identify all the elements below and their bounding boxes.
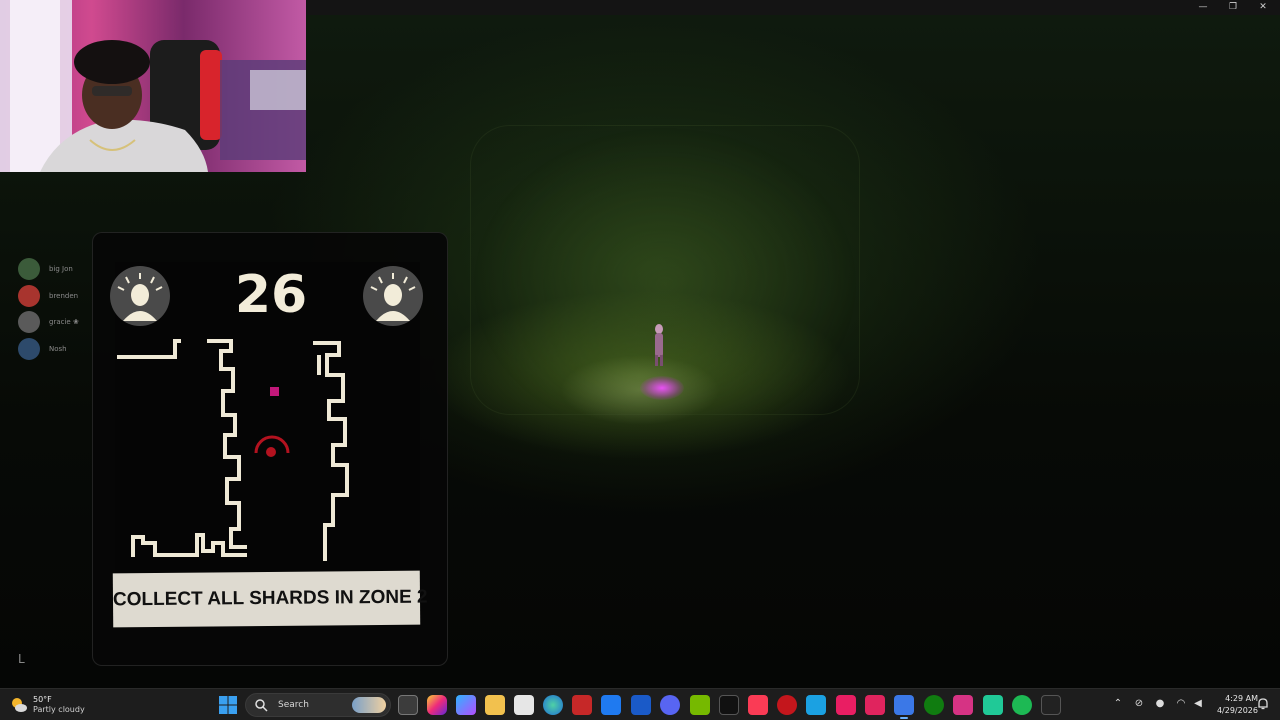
streamer-feed bbox=[0, 0, 306, 172]
webcam-overlay bbox=[0, 0, 306, 172]
avatar bbox=[18, 258, 40, 281]
nvidia-icon[interactable] bbox=[690, 695, 710, 715]
tiktok-icon[interactable] bbox=[719, 695, 739, 715]
voice-chat-user[interactable]: big Jon bbox=[18, 256, 92, 283]
xbox-icon[interactable] bbox=[924, 695, 944, 715]
discord-icon[interactable] bbox=[660, 695, 680, 715]
roblox-icon[interactable] bbox=[777, 695, 797, 715]
clock-date: 4/29/2026 bbox=[1216, 706, 1258, 715]
notification-bell-icon[interactable] bbox=[1256, 697, 1270, 711]
shard-counter: 26 bbox=[234, 265, 308, 325]
taskbar-clock[interactable]: 4:29 AM 4/29/2026 bbox=[1206, 693, 1258, 717]
microphone-icon[interactable]: ● bbox=[1153, 697, 1167, 711]
partly-cloudy-icon bbox=[12, 698, 27, 712]
file-explorer-icon[interactable] bbox=[485, 695, 505, 715]
dropbox-icon[interactable] bbox=[601, 695, 621, 715]
voice-chat-username: Nosh bbox=[49, 344, 67, 353]
voice-chat-username: brenden bbox=[49, 291, 79, 300]
voice-chat-user[interactable]: gracie ❀ bbox=[18, 309, 92, 336]
restore-button[interactable]: ❐ bbox=[1218, 0, 1248, 15]
edge-icon[interactable] bbox=[543, 695, 563, 715]
avatar bbox=[18, 284, 40, 307]
clock-time: 4:29 AM bbox=[1225, 694, 1258, 703]
network-off-icon[interactable]: ⊘ bbox=[1132, 697, 1146, 711]
tiktok-studio-icon[interactable] bbox=[836, 695, 856, 715]
voice-chat-username: gracie ❀ bbox=[49, 318, 79, 327]
chevron-up-icon[interactable]: ⌃ bbox=[1111, 697, 1125, 711]
microsoft-store-icon[interactable] bbox=[514, 695, 534, 715]
mcafee-icon[interactable] bbox=[572, 695, 592, 715]
weather-description: Partly cloudy bbox=[33, 705, 85, 714]
zone-map bbox=[117, 339, 349, 561]
shard-glow bbox=[640, 376, 684, 400]
enemy-face-icon bbox=[110, 266, 170, 326]
close-button[interactable]: ✕ bbox=[1248, 0, 1278, 15]
search-highlight-image bbox=[352, 697, 386, 713]
app-icon[interactable] bbox=[806, 695, 826, 715]
creature-figure bbox=[655, 324, 663, 366]
terminal-icon[interactable] bbox=[1041, 695, 1061, 715]
player-marker bbox=[266, 447, 276, 457]
app-icon[interactable] bbox=[865, 695, 885, 715]
app-icon[interactable] bbox=[953, 695, 973, 715]
avatar bbox=[18, 311, 40, 334]
instagram-icon[interactable] bbox=[427, 695, 447, 715]
app-icon[interactable] bbox=[983, 695, 1003, 715]
weather-temperature: 50°F bbox=[33, 695, 52, 704]
spotify-icon[interactable] bbox=[1012, 695, 1032, 715]
minimize-button[interactable]: — bbox=[1188, 0, 1218, 15]
voice-chat-list: big Jon brenden gracie ❀ Nosh bbox=[18, 256, 92, 362]
task-view-icon[interactable] bbox=[398, 695, 418, 715]
avatar bbox=[18, 337, 40, 360]
voice-chat-user[interactable]: brenden bbox=[18, 283, 92, 310]
wifi-icon[interactable]: ◠ bbox=[1174, 697, 1188, 711]
corner-glyph: L bbox=[18, 652, 25, 666]
enemy-face-icon bbox=[363, 266, 423, 326]
taskbar: 50°F Partly cloudy Search ⌃ ⊘ ● ◠ ◀ 4:29… bbox=[0, 688, 1280, 720]
copilot-icon[interactable] bbox=[456, 695, 476, 715]
apple-music-icon[interactable] bbox=[748, 695, 768, 715]
word-icon[interactable] bbox=[631, 695, 651, 715]
screen: — ❐ ✕ big Jon brenden gracie ❀ Nosh 26 C… bbox=[0, 0, 1280, 720]
volume-icon[interactable]: ◀ bbox=[1191, 697, 1205, 711]
taskbar-search[interactable]: Search bbox=[245, 693, 391, 717]
voice-chat-user[interactable]: Nosh bbox=[18, 336, 92, 363]
windows-start-icon[interactable] bbox=[219, 696, 237, 714]
shard-marker bbox=[270, 387, 279, 396]
weather-widget[interactable]: 50°F Partly cloudy bbox=[10, 692, 85, 718]
search-icon bbox=[255, 699, 268, 712]
voice-chat-username: big Jon bbox=[49, 265, 73, 274]
search-label: Search bbox=[278, 700, 309, 710]
game-app-icon[interactable] bbox=[894, 695, 914, 719]
objective-banner: COLLECT ALL SHARDS IN ZONE 2 bbox=[112, 570, 428, 628]
